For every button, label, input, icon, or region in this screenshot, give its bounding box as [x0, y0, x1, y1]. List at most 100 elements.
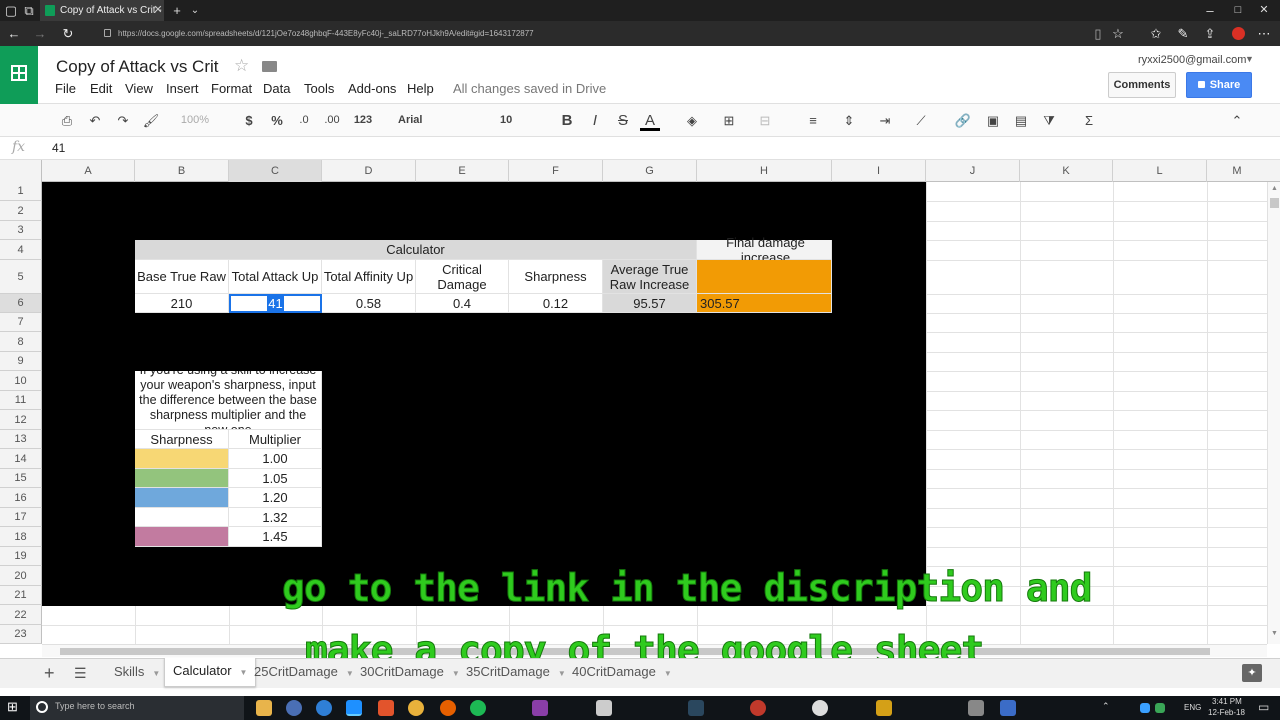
multiplier-cell[interactable]: 1.05: [229, 469, 322, 488]
tray-icon[interactable]: [1155, 703, 1165, 713]
insert-chart-icon[interactable]: ▤: [1012, 110, 1030, 131]
multiplier-cell[interactable]: 1.00: [229, 449, 322, 469]
calculator-icon[interactable]: [968, 700, 984, 716]
row-header[interactable]: 22: [0, 605, 42, 625]
text-color-button[interactable]: A: [640, 110, 660, 131]
sheet-tab-25critdamage[interactable]: 25CritDamage ▼: [246, 659, 362, 687]
value-cell[interactable]: 95.57: [603, 294, 697, 313]
font-size-select[interactable]: 10: [500, 110, 540, 131]
column-header[interactable]: G: [603, 160, 697, 182]
row-header[interactable]: 23: [0, 625, 42, 644]
column-header[interactable]: B: [135, 160, 229, 182]
row-header[interactable]: 7: [0, 313, 42, 332]
functions-icon[interactable]: Σ: [1080, 110, 1098, 131]
row-header[interactable]: 18: [0, 527, 42, 547]
row-header[interactable]: 6: [0, 294, 42, 313]
increase-decimal-button[interactable]: .00: [320, 110, 344, 131]
strikethrough-button[interactable]: S: [614, 110, 632, 131]
chrome-icon[interactable]: [408, 700, 424, 716]
currency-format-button[interactable]: $: [240, 110, 258, 131]
clock-time[interactable]: 3:41 PM: [1212, 697, 1242, 706]
column-header[interactable]: I: [832, 160, 926, 182]
app-icon[interactable]: [286, 700, 302, 716]
action-center-icon[interactable]: ▭: [1258, 700, 1269, 714]
percent-format-button[interactable]: %: [268, 110, 286, 131]
column-header[interactable]: L: [1113, 160, 1207, 182]
scroll-up-icon[interactable]: ▲: [1271, 185, 1278, 192]
value-cell[interactable]: 0.12: [509, 294, 603, 313]
row-header[interactable]: 13: [0, 430, 42, 449]
column-header[interactable]: D: [322, 160, 416, 182]
redo-icon[interactable]: ↷: [114, 110, 132, 131]
share-button[interactable]: Share: [1186, 72, 1252, 98]
row-header[interactable]: 17: [0, 508, 42, 527]
menu-edit[interactable]: Edit: [90, 81, 112, 96]
firefox-icon[interactable]: [440, 700, 456, 716]
row-header[interactable]: 8: [0, 332, 42, 352]
column-header[interactable]: A: [42, 160, 135, 182]
refresh-icon[interactable]: ↻: [60, 23, 76, 44]
favorites-hub-icon[interactable]: ✩: [1148, 23, 1164, 44]
browser-tab[interactable]: Copy of Attack vs Crit -: [40, 0, 164, 21]
row-header[interactable]: 4: [0, 240, 42, 260]
multiplier-cell[interactable]: 1.20: [229, 488, 322, 508]
language-indicator[interactable]: ENG: [1184, 703, 1201, 712]
horizontal-align-icon[interactable]: ≡: [804, 110, 822, 131]
task-view-icon[interactable]: [256, 700, 272, 716]
chevron-down-icon[interactable]: ▼: [664, 669, 672, 678]
insert-comment-icon[interactable]: ▣: [984, 110, 1002, 131]
zoom-select[interactable]: 100%: [172, 110, 218, 131]
column-header[interactable]: F: [509, 160, 603, 182]
menu-format[interactable]: Format: [211, 81, 252, 96]
final-damage-header-cell[interactable]: Final damage increase: [697, 235, 832, 265]
borders-icon[interactable]: ⊞: [720, 110, 738, 131]
print-icon[interactable]: ⎙: [58, 110, 76, 131]
row-header[interactable]: 20: [0, 566, 42, 586]
mail-icon[interactable]: [596, 700, 612, 716]
final-damage-orange-cell[interactable]: [697, 260, 832, 294]
tab-list-chevron-icon[interactable]: ⌄: [188, 0, 202, 21]
menu-view[interactable]: View: [125, 81, 153, 96]
merge-cells-icon[interactable]: ⊟: [756, 110, 774, 131]
font-family-select[interactable]: Arial: [398, 110, 470, 131]
steam-icon[interactable]: [688, 700, 704, 716]
brave-icon[interactable]: [378, 700, 394, 716]
edge-icon[interactable]: [316, 700, 332, 716]
share-page-icon[interactable]: ⇪: [1202, 23, 1218, 44]
vertical-scrollbar[interactable]: ▲ ▼: [1267, 182, 1280, 644]
bold-button[interactable]: B: [558, 110, 576, 131]
multiplier-header-cell[interactable]: Multiplier: [229, 430, 322, 449]
header-cell[interactable]: Base True Raw: [135, 260, 229, 294]
sheet-tab-calculator[interactable]: Calculator ▼: [164, 658, 257, 687]
task-view-icon[interactable]: ▢: [4, 0, 18, 21]
sharpness-color-swatch[interactable]: [135, 527, 229, 547]
final-damage-value-cell[interactable]: 305.57: [697, 294, 832, 313]
column-header[interactable]: H: [697, 160, 832, 182]
account-email[interactable]: ryxxi2500@gmail.com: [1138, 54, 1246, 66]
sheet-tab-skills[interactable]: Skills ▼: [106, 659, 168, 687]
value-cell[interactable]: 210: [135, 294, 229, 313]
insert-link-icon[interactable]: 🔗: [954, 110, 972, 131]
minimize-icon[interactable]: –: [1200, 0, 1220, 21]
row-header[interactable]: 11: [0, 391, 42, 410]
window-close-icon[interactable]: ✕: [1254, 0, 1274, 21]
select-all-corner[interactable]: [0, 160, 42, 182]
spotify-icon[interactable]: [470, 700, 486, 716]
web-note-icon[interactable]: ✎: [1175, 23, 1191, 44]
sharpness-header-cell[interactable]: Sharpness: [135, 430, 229, 449]
row-header[interactable]: 5: [0, 260, 42, 294]
text-rotation-icon[interactable]: ⟋: [912, 110, 930, 131]
add-sheet-icon[interactable]: +: [44, 663, 55, 684]
favorite-star-icon[interactable]: ☆: [1110, 23, 1126, 44]
back-icon[interactable]: ←: [6, 23, 22, 44]
decrease-decimal-button[interactable]: .0: [294, 110, 314, 131]
menu-insert[interactable]: Insert: [166, 81, 199, 96]
chevron-down-icon[interactable]: ▼: [152, 669, 160, 678]
text-wrapping-icon[interactable]: ⇥: [876, 110, 894, 131]
multiplier-cell[interactable]: 1.32: [229, 508, 322, 527]
xbox-icon[interactable]: [812, 700, 828, 716]
folder-icon[interactable]: [262, 61, 277, 72]
extension-icon[interactable]: [1232, 27, 1245, 40]
row-header[interactable]: 16: [0, 488, 42, 508]
row-header[interactable]: 10: [0, 371, 42, 391]
